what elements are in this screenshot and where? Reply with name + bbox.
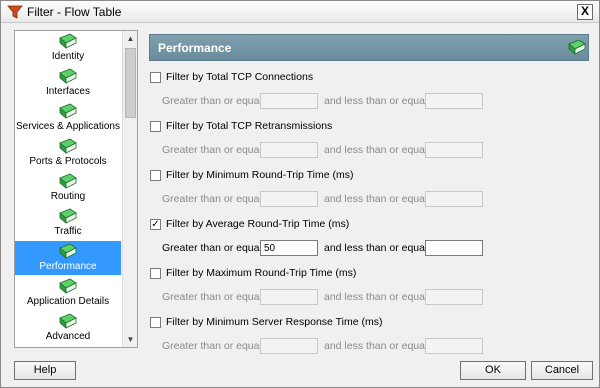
nav-item-traffic[interactable]: Traffic — [15, 206, 121, 240]
filter-group: Filter by Total TCP Connections Greater t… — [150, 71, 590, 115]
nav-item-label: Identity — [51, 51, 85, 62]
filter-group: Filter by Minimum Round-Trip Time (ms) Gr… — [150, 169, 590, 213]
title-bar: Filter - Flow Table X — [1, 1, 599, 23]
nav-item-performance[interactable]: Performance — [15, 241, 121, 275]
ok-button[interactable]: OK — [460, 361, 526, 380]
filter-checkbox[interactable] — [150, 72, 161, 83]
book-icon — [59, 208, 77, 224]
min-value-input[interactable] — [260, 240, 318, 256]
book-icon — [568, 39, 586, 55]
filter-group: Filter by Maximum Round-Trip Time (ms) Gr… — [150, 267, 590, 311]
filter-checkbox[interactable] — [150, 268, 161, 279]
book-icon — [59, 173, 77, 189]
filter-group: Filter by Total TCP Retransmissions Great… — [150, 120, 590, 164]
max-value-input[interactable] — [425, 191, 483, 207]
filter-dialog: Filter - Flow Table X Identity Interfaces… — [0, 0, 600, 388]
scroll-down-arrow-icon[interactable]: ▼ — [123, 332, 137, 347]
nav-item-label: Advanced — [45, 331, 91, 342]
filter-app-icon — [7, 5, 23, 19]
book-icon — [59, 278, 77, 294]
greater-than-label: Greater than or equal to — [162, 291, 274, 303]
min-value-input[interactable] — [260, 93, 318, 109]
greater-than-label: Greater than or equal to — [162, 340, 274, 352]
filter-checkbox[interactable]: ✓ — [150, 219, 161, 230]
section-title: Performance — [158, 41, 232, 55]
max-value-input[interactable] — [425, 142, 483, 158]
filter-label: Filter by Total TCP Connections — [166, 71, 314, 83]
category-nav: Identity Interfaces Services & Application… — [14, 30, 138, 348]
scroll-up-arrow-icon[interactable]: ▲ — [123, 31, 137, 46]
filter-label: Filter by Total TCP Retransmissions — [166, 120, 333, 132]
nav-item-label: Interfaces — [46, 86, 90, 97]
close-button[interactable]: X — [577, 4, 593, 20]
less-than-label: and less than or equal to — [324, 291, 439, 303]
book-icon — [59, 313, 77, 329]
nav-item-label: Application Details — [26, 296, 110, 307]
book-icon — [59, 68, 77, 84]
max-value-input[interactable] — [425, 289, 483, 305]
filter-label: Filter by Minimum Round-Trip Time (ms) — [166, 169, 354, 181]
greater-than-label: Greater than or equal to — [162, 95, 274, 107]
filter-checkbox[interactable] — [150, 121, 161, 132]
help-button[interactable]: Help — [14, 361, 76, 380]
window-title: Filter - Flow Table — [27, 5, 122, 19]
min-value-input[interactable] — [260, 289, 318, 305]
book-icon — [59, 33, 77, 49]
nav-item-label: Traffic — [54, 226, 82, 237]
book-icon — [59, 138, 77, 154]
filter-group: ✓ Filter by Average Round-Trip Time (ms) G… — [150, 218, 590, 262]
min-value-input[interactable] — [260, 142, 318, 158]
nav-item-label: Performance — [39, 261, 97, 272]
filter-checkbox[interactable] — [150, 170, 161, 181]
nav-scrollbar[interactable]: ▲ ▼ — [122, 31, 137, 347]
nav-item-label: Ports & Protocols — [29, 156, 107, 167]
nav-item-ports-protocols[interactable]: Ports & Protocols — [15, 136, 121, 170]
book-icon — [59, 243, 77, 259]
less-than-label: and less than or equal to — [324, 242, 439, 254]
nav-item-routing[interactable]: Routing — [15, 171, 121, 205]
filter-label: Filter by Average Round-Trip Time (ms) — [166, 218, 350, 230]
scroll-thumb[interactable] — [125, 48, 136, 118]
greater-than-label: Greater than or equal to — [162, 242, 274, 254]
greater-than-label: Greater than or equal to — [162, 144, 274, 156]
min-value-input[interactable] — [260, 191, 318, 207]
max-value-input[interactable] — [425, 338, 483, 354]
nav-item-interfaces[interactable]: Interfaces — [15, 66, 121, 100]
section-header: Performance — [149, 34, 589, 61]
book-icon — [59, 103, 77, 119]
max-value-input[interactable] — [425, 93, 483, 109]
filter-label: Filter by Minimum Server Response Time (… — [166, 316, 383, 328]
greater-than-label: Greater than or equal to — [162, 193, 274, 205]
max-value-input[interactable] — [425, 240, 483, 256]
filter-label: Filter by Maximum Round-Trip Time (ms) — [166, 267, 357, 279]
less-than-label: and less than or equal to — [324, 95, 439, 107]
filter-group: Filter by Minimum Server Response Time (… — [150, 316, 590, 360]
less-than-label: and less than or equal to — [324, 193, 439, 205]
nav-item-advanced[interactable]: Advanced — [15, 311, 121, 345]
nav-item-application-details[interactable]: Application Details — [15, 276, 121, 310]
cancel-button[interactable]: Cancel — [531, 361, 593, 380]
less-than-label: and less than or equal to — [324, 340, 439, 352]
min-value-input[interactable] — [260, 338, 318, 354]
nav-item-identity[interactable]: Identity — [15, 31, 121, 65]
less-than-label: and less than or equal to — [324, 144, 439, 156]
filter-checkbox[interactable] — [150, 317, 161, 328]
filter-content: Performance Filter by Total TCP Connecti… — [145, 30, 593, 354]
nav-item-label: Routing — [50, 191, 86, 202]
nav-item-services-applications[interactable]: Services & Applications — [15, 101, 121, 135]
nav-item-label: Services & Applications — [16, 121, 120, 132]
